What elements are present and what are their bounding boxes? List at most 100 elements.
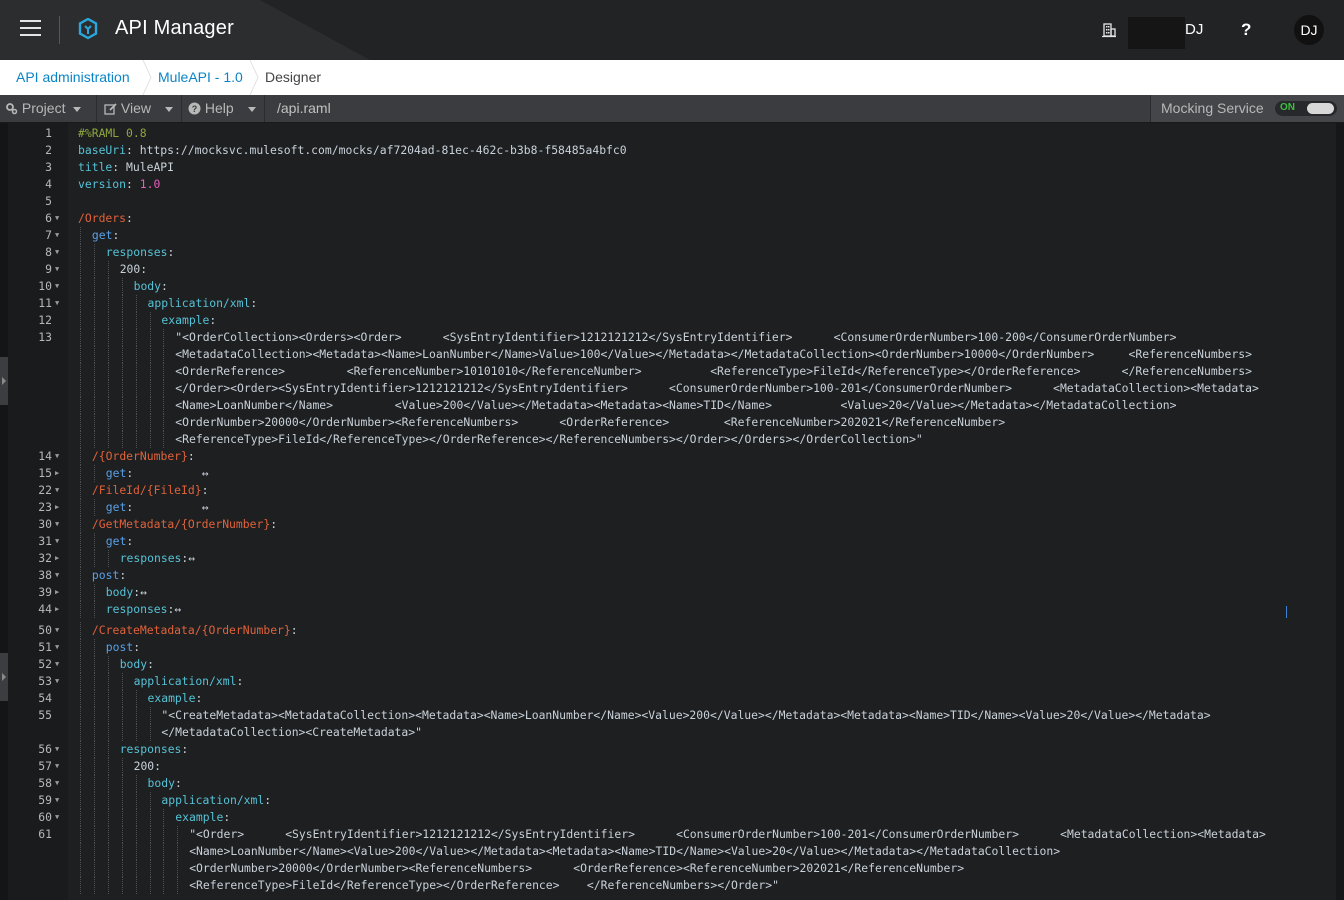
indent-guide [93, 346, 96, 363]
fold-arrow-down-icon[interactable]: ▼ [55, 639, 59, 656]
toggle-state-label: ON [1280, 102, 1295, 113]
indent-guide [80, 877, 82, 894]
code-token: body [119, 657, 148, 671]
code-token: <Name>LoanNumber</Name><Value>200</Value… [189, 844, 1061, 858]
code-text: /Orders: [78, 210, 133, 227]
line-number: 4 [45, 177, 52, 191]
indent-guide [80, 278, 82, 295]
view-menu-label: View [120, 100, 151, 116]
fold-arrow-down-icon[interactable]: ▼ [55, 516, 59, 533]
indent-guide [93, 499, 96, 516]
code-text: responses: [120, 741, 189, 758]
indent-guide [93, 724, 96, 741]
breadcrumb-muleapi[interactable]: MuleAPI - 1.0 [158, 69, 243, 85]
indent-guide [135, 363, 138, 380]
fold-arrow-down-icon[interactable]: ▼ [55, 673, 59, 690]
indent-guide [80, 809, 82, 826]
help-menu[interactable]: ? Help [188, 95, 256, 122]
fold-arrow-down-icon[interactable]: ▼ [55, 809, 59, 826]
project-menu[interactable]: Project [5, 95, 82, 122]
indent-guide [80, 363, 82, 380]
indent-guide [121, 792, 124, 809]
indent-guide [107, 329, 110, 346]
user-name-redacted[interactable] [1128, 17, 1185, 49]
fold-arrow-down-icon[interactable]: ▼ [55, 244, 59, 261]
user-initials[interactable]: DJ [1185, 21, 1203, 38]
code-token: body [133, 279, 162, 293]
indent-guide [107, 860, 110, 877]
code-editor[interactable]: 1 #%RAML 0.8 2 baseUri: https://mocksvc.mul… [0, 123, 1344, 900]
fold-arrow-down-icon[interactable]: ▼ [55, 775, 59, 792]
fold-arrow-down-icon[interactable]: ▼ [55, 741, 59, 758]
indent-guide [107, 877, 110, 894]
indent-guide [135, 775, 138, 792]
indent-guide [80, 550, 82, 567]
indent-guide [107, 690, 110, 707]
indent-guide [107, 550, 110, 567]
indent-guide [107, 673, 110, 690]
code-token: responses [119, 742, 182, 756]
fold-arrow-right-icon[interactable]: ▶ [55, 465, 59, 482]
indent-guide [121, 673, 124, 690]
indent-guide [149, 809, 152, 826]
indent-guide [93, 533, 96, 550]
organization-icon[interactable] [1101, 22, 1117, 38]
line-number: 54 [38, 691, 52, 705]
indent-guide [121, 431, 124, 448]
code-token: "<OrderCollection><Orders><Order> <SysEn… [175, 330, 1177, 344]
api-manager-logo-icon [78, 18, 98, 40]
indent-guide [135, 397, 138, 414]
menu-icon[interactable] [20, 20, 41, 38]
indent-guide [121, 860, 124, 877]
fold-arrow-down-icon[interactable]: ▼ [55, 622, 59, 639]
fold-arrow-down-icon[interactable]: ▼ [55, 656, 59, 673]
line-number: 3 [45, 160, 52, 174]
fold-arrow-down-icon[interactable]: ▼ [55, 533, 59, 550]
fold-arrow-down-icon[interactable]: ▼ [55, 758, 59, 775]
help-button[interactable]: ? [1241, 20, 1251, 40]
indent-guide [121, 826, 124, 843]
line-number: 2 [45, 143, 52, 157]
fold-arrow-down-icon[interactable]: ▼ [55, 482, 59, 499]
fold-arrow-down-icon[interactable]: ▼ [55, 278, 59, 295]
code-token: body [147, 776, 175, 790]
code-text: "<OrderCollection><Orders><Order> <SysEn… [175, 329, 1176, 346]
breadcrumb-api-administration[interactable]: API administration [16, 69, 130, 85]
fold-arrow-down-icon[interactable]: ▼ [55, 261, 59, 278]
expand-left-panel-handle[interactable] [0, 357, 8, 405]
indent-guide [80, 227, 82, 244]
project-menu-label: Project [21, 100, 66, 116]
code-token: <OrderReference> <ReferenceNumber>101010… [175, 364, 1252, 378]
fold-arrow-down-icon[interactable]: ▼ [55, 792, 59, 809]
indent-guide [80, 843, 82, 860]
fold-arrow-down-icon[interactable]: ▼ [55, 448, 59, 465]
fold-arrow-down-icon[interactable]: ▼ [55, 210, 59, 227]
question-circle-icon: ? [188, 102, 201, 115]
line-number: 14 [38, 449, 52, 463]
indent-guide [93, 601, 96, 618]
expand-left-panel-handle[interactable] [0, 653, 8, 701]
indent-guide [93, 826, 96, 843]
indent-guide [121, 809, 124, 826]
mocking-service-toggle[interactable]: ON [1275, 101, 1337, 116]
line-number: 38 [38, 568, 52, 582]
fold-arrow-down-icon[interactable]: ▼ [55, 567, 59, 584]
fold-arrow-right-icon[interactable]: ▶ [55, 601, 59, 618]
code-token: post [91, 568, 120, 582]
view-menu[interactable]: View [104, 95, 173, 122]
line-number: 10 [38, 279, 52, 293]
avatar[interactable]: DJ [1294, 15, 1324, 45]
line-number: 30 [38, 517, 52, 531]
indent-guide [80, 622, 82, 639]
fold-arrow-right-icon[interactable]: ▶ [55, 550, 59, 567]
indent-guide [107, 809, 110, 826]
fold-arrow-down-icon[interactable]: ▼ [55, 295, 59, 312]
indent-guide [93, 656, 96, 673]
fold-arrow-right-icon[interactable]: ▶ [55, 499, 59, 516]
indent-guide [93, 431, 96, 448]
indent-guide [177, 843, 179, 860]
fold-arrow-right-icon[interactable]: ▶ [55, 584, 59, 601]
fold-arrow-down-icon[interactable]: ▼ [55, 227, 59, 244]
code-token: application/xml [161, 793, 265, 807]
indent-guide [135, 860, 138, 877]
